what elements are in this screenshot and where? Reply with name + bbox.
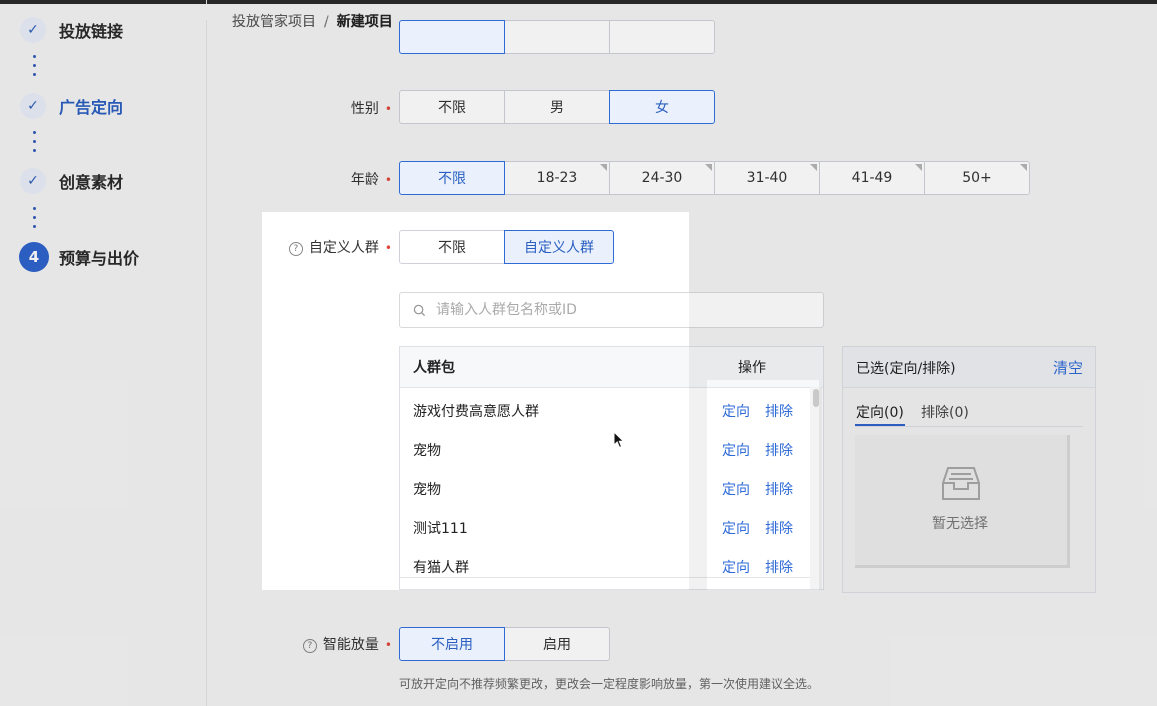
row-name: 宠物: [413, 482, 441, 498]
step-connector: [33, 131, 37, 158]
step-creative[interactable]: ✓ 创意素材: [20, 168, 123, 194]
exclude-action-link[interactable]: 排除: [765, 479, 793, 499]
table-body: 游戏付费高意愿人群 定向 排除 宠物 定向 排除 宠物 定向 排除 测试111 …: [400, 388, 823, 588]
table-bottom-line: [400, 577, 810, 578]
selected-panel-title: 已选(定向/排除): [856, 361, 956, 377]
help-icon[interactable]: ?: [302, 639, 317, 653]
custom-audience-label: ? 自定义人群 •: [270, 237, 392, 257]
age-label: 年龄 •: [350, 172, 392, 188]
smart-expand-off[interactable]: 不启用: [399, 627, 505, 661]
target-action-link[interactable]: 定向: [722, 479, 750, 499]
empty-state: 暂无选择: [855, 435, 1070, 568]
audience-search: [399, 292, 824, 328]
inbox-icon: [942, 467, 980, 500]
scrollbar-thumb[interactable]: [813, 389, 819, 407]
step-label: 投放链接: [59, 22, 124, 41]
table-scrollbar[interactable]: [810, 387, 822, 589]
sidebar-divider: [206, 0, 207, 706]
smart-expand-label: ? 智能放量 •: [270, 634, 392, 654]
breadcrumb-parent[interactable]: 投放管家项目: [232, 14, 316, 30]
region-option[interactable]: [504, 20, 610, 54]
table-row: 宠物 定向 排除: [400, 430, 823, 469]
exclude-action-link[interactable]: 排除: [765, 440, 793, 460]
smart-expand-hint: 可放开定向不推荐频繁更改，更改会一定程度影响放量，第一次使用建议全选。: [399, 677, 820, 691]
gender-segment: 不限 男 女: [399, 90, 715, 124]
col-header-name: 人群包: [413, 360, 455, 376]
age-option[interactable]: 41-49: [819, 161, 925, 195]
exclude-action-link[interactable]: 排除: [765, 401, 793, 421]
tab-divider: [855, 426, 1083, 427]
table-row: 有猫人群 定向 排除: [400, 547, 823, 586]
table-header: 人群包 操作: [400, 347, 823, 388]
row-name: 宠物: [413, 443, 441, 459]
step-number: 4: [19, 242, 49, 272]
row-name: 游戏付费高意愿人群: [413, 404, 539, 420]
row-name: 有猫人群: [413, 560, 469, 576]
selected-panel: 已选(定向/排除) 清空 定向(0) 排除(0) 暂无选择: [842, 346, 1096, 593]
table-row: 测试111 定向 排除: [400, 508, 823, 547]
target-action-link[interactable]: 定向: [722, 518, 750, 538]
audience-option-any[interactable]: 不限: [399, 230, 505, 264]
table-row: 游戏付费高意愿人群 定向 排除: [400, 391, 823, 430]
breadcrumb-overlay: 投放管家项目 / 新建项目: [232, 14, 393, 30]
tab-target[interactable]: 定向(0): [856, 402, 904, 422]
audience-table: 人群包 操作 游戏付费高意愿人群 定向 排除 宠物 定向 排除 宠物 定向 排除…: [399, 346, 824, 590]
clear-button[interactable]: 清空: [1053, 357, 1083, 378]
check-icon: ✓: [20, 168, 46, 194]
empty-text: 暂无选择: [932, 516, 988, 532]
step-label: 创意素材: [59, 173, 124, 192]
search-icon: [413, 304, 426, 316]
gender-option-male[interactable]: 男: [504, 90, 610, 124]
region-option[interactable]: [399, 20, 505, 54]
check-icon: ✓: [20, 17, 46, 43]
gender-label: 性别 •: [350, 101, 392, 117]
age-option[interactable]: 24-30: [609, 161, 715, 195]
step-targeting[interactable]: ✓ 广告定向: [20, 93, 123, 119]
region-option[interactable]: [609, 20, 715, 54]
target-action-link[interactable]: 定向: [722, 401, 750, 421]
step-link[interactable]: ✓ 投放链接: [20, 17, 123, 43]
age-option[interactable]: 18-23: [504, 161, 610, 195]
exclude-action-link[interactable]: 排除: [765, 557, 793, 577]
age-option[interactable]: 31-40: [714, 161, 820, 195]
tab-exclude[interactable]: 排除(0): [921, 402, 969, 422]
smart-expand-segment: 不启用 启用: [399, 627, 610, 661]
custom-audience-segment: 不限 自定义人群: [399, 230, 614, 264]
step-budget[interactable]: 4 预算与出价: [19, 242, 139, 272]
audience-search-input[interactable]: [434, 301, 818, 319]
age-option[interactable]: 不限: [399, 161, 505, 195]
step-connector: [33, 55, 37, 82]
row-name: 测试111: [413, 521, 468, 537]
step-label: 广告定向: [59, 98, 124, 117]
step-label: 预算与出价: [59, 249, 140, 268]
target-action-link[interactable]: 定向: [722, 440, 750, 460]
smart-expand-on[interactable]: 启用: [504, 627, 610, 661]
gender-option-any[interactable]: 不限: [399, 90, 505, 124]
target-action-link[interactable]: 定向: [722, 557, 750, 577]
gender-option-female[interactable]: 女: [609, 90, 715, 124]
col-header-action: 操作: [738, 360, 766, 376]
step-connector: [33, 207, 37, 234]
table-row: 宠物 定向 排除: [400, 469, 823, 508]
age-segment: 不限 18-23 24-30 31-40 41-49 50+: [399, 161, 1030, 195]
region-segment-cut: [399, 20, 715, 54]
help-icon[interactable]: ?: [288, 242, 303, 256]
exclude-action-link[interactable]: 排除: [765, 518, 793, 538]
check-icon: ✓: [20, 93, 46, 119]
audience-option-custom[interactable]: 自定义人群: [504, 230, 614, 264]
age-option[interactable]: 50+: [924, 161, 1030, 195]
